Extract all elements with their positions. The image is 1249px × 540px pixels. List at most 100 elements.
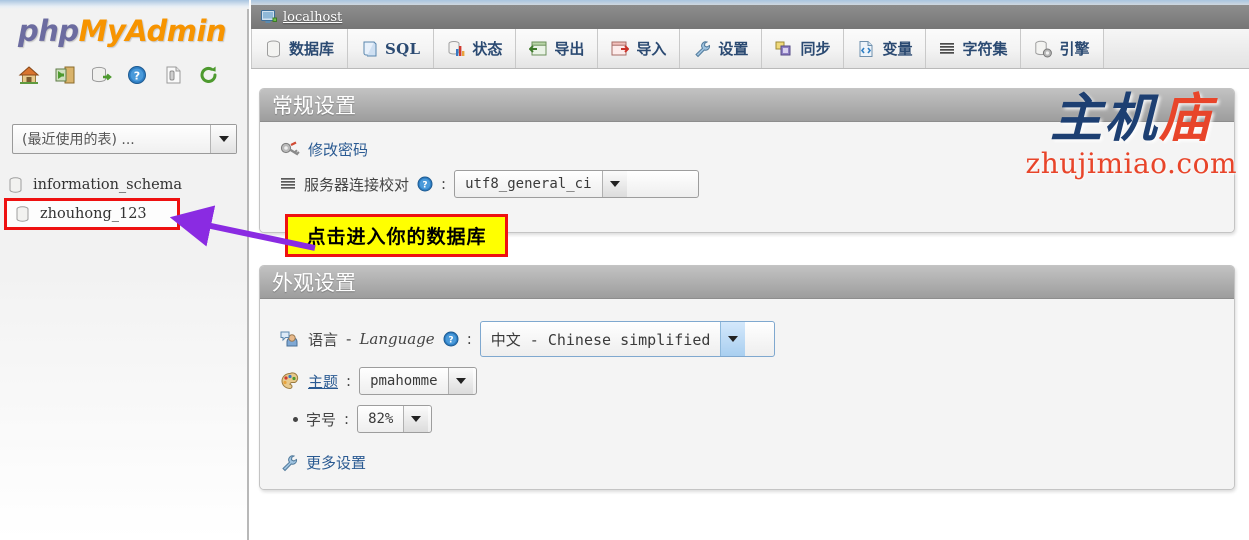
tab-sync[interactable]: 同步 [762,29,845,68]
tab-charsets[interactable]: 字符集 [926,29,1022,68]
tab-label: 设置 [718,40,749,58]
theme-value: pmahomme [370,373,438,389]
theme-row: 主题 : pmahomme [260,362,1234,400]
appearance-settings-panel: 外观设置 语言 - Language ?: 中文 - Chinese simp… [259,265,1235,490]
tab-databases[interactable]: 数据库 [251,29,349,68]
server-collation-select[interactable]: utf8_general_ci [454,170,700,198]
tab-variables[interactable]: 变量 [844,29,927,68]
more-settings-row[interactable]: 更多设置 [260,438,1234,478]
theme-select[interactable]: pmahomme [359,367,478,395]
font-size-label: 字号 [306,410,337,429]
server-collation-row: 服务器连接校对 ? : utf8_general_ci [260,165,1234,203]
tab-label: 引擎 [1059,40,1090,58]
font-size-colon: : [344,410,350,428]
logout-icon[interactable] [54,64,76,86]
home-icon[interactable] [18,64,40,86]
panel-title: 外观设置 [272,271,356,295]
import-icon [611,41,630,56]
tab-import[interactable]: 导入 [598,29,681,68]
main-content: localhost 数据库 SQL 状态 导出 导入 设置 同步 变量 字符集 … [251,0,1249,540]
language-value: 中文 - Chinese simplified [490,330,711,349]
variables-icon [859,40,873,57]
database-icon [9,177,22,193]
tab-label: 变量 [882,40,913,58]
tab-status[interactable]: 状态 [434,29,517,68]
font-size-select[interactable]: 82% [357,405,433,433]
tab-label: 导出 [554,40,585,58]
phpmyadmin-page: phpMyAdmin ? (最近使用的表) ... information_sc… [0,0,1249,540]
server-monitor-icon [261,10,277,23]
font-size-value: 82% [368,411,394,427]
svg-text:?: ? [134,69,140,82]
chevron-down-icon[interactable] [601,171,627,197]
recent-tables-value: (最近使用的表) ... [22,132,135,148]
charset-lines-icon [281,178,295,189]
documentation-icon[interactable] [162,64,184,86]
sidebar-top-accent [0,0,249,9]
sidebar-icon-bar: ? [18,64,220,86]
server-collation-label: 服务器连接校对 [304,175,410,194]
tab-label: 导入 [636,40,667,58]
appearance-settings-body: 语言 - Language ? : 中文 - Chinese simplifie… [260,299,1234,489]
phpmyadmin-logo[interactable]: phpMyAdmin [18,14,227,48]
language-label-cn: 语言 [308,330,339,349]
database-icon [16,206,29,222]
general-settings-panel: 常规设置 修改密码 服务器连接校对 ?: utf8_general_ci [259,88,1235,233]
tab-label: 同步 [800,40,831,58]
logo-myadmin-text: MyAdmin [78,14,227,48]
bullet-marker [293,416,298,422]
charset-icon [940,42,955,54]
database-item-information-schema[interactable]: information_schema [0,172,249,198]
font-size-row: 字号 : 82% [260,400,1234,438]
language-label-en: Language [359,330,435,348]
chevron-down-icon[interactable] [447,368,473,394]
appearance-settings-header: 外观设置 [260,266,1234,299]
annotation-text: 点击进入你的数据库 [306,226,487,248]
help-icon[interactable]: ? [126,64,148,86]
language-label-dash: - [346,330,352,348]
chevron-down-icon[interactable] [720,322,746,356]
collation-colon: : [441,175,447,193]
tab-sql[interactable]: SQL [348,29,435,68]
tab-engines[interactable]: 引擎 [1021,29,1104,68]
chevron-down-icon[interactable] [403,406,429,432]
database-item-zhouhong-123[interactable]: zhouhong_123 [4,198,180,230]
recent-tables-select[interactable]: (最近使用的表) ... [12,124,237,154]
language-user-icon [280,331,298,347]
wrench-icon [695,40,711,57]
tab-settings[interactable]: 设置 [680,29,763,68]
tab-label: SQL [385,39,421,58]
theme-colon: : [346,372,352,390]
key-icon [280,141,300,156]
chevron-down-icon[interactable] [210,125,236,153]
panel-title: 常规设置 [272,94,356,118]
export-icon [529,41,547,56]
theme-label[interactable]: 主题 [308,371,338,392]
main-tab-bar: 数据库 SQL 状态 导出 导入 设置 同步 变量 字符集 引擎 [251,29,1249,69]
change-password-link[interactable]: 修改密码 [308,139,368,160]
server-title-bar: localhost [251,5,1249,29]
database-list: information_schema zhouhong_123 [0,172,249,230]
server-collation-value: utf8_general_ci [465,176,592,192]
engines-icon [1035,40,1053,57]
sync-icon [775,41,791,56]
query-window-icon[interactable] [90,64,112,86]
more-settings-link[interactable]: 更多设置 [306,452,366,473]
language-colon: : [466,330,472,348]
svg-text:?: ? [448,336,453,346]
annotation-callout: 点击进入你的数据库 [285,214,508,257]
sql-scroll-icon [363,41,377,56]
help-icon: ? [443,331,459,347]
reload-icon[interactable] [198,64,220,86]
status-chart-icon [448,40,465,56]
language-select[interactable]: 中文 - Chinese simplified [479,321,775,357]
database-name: information_schema [33,177,183,193]
change-password-row[interactable]: 修改密码 [260,134,1234,165]
tab-label: 数据库 [289,40,335,58]
database-name: zhouhong_123 [40,206,147,222]
sidebar: phpMyAdmin ? (最近使用的表) ... information_sc… [0,0,249,540]
language-row: 语言 - Language ? : 中文 - Chinese simplifie… [260,311,1234,362]
database-icon [267,40,280,57]
palette-icon [281,372,299,390]
tab-export[interactable]: 导出 [516,29,599,68]
